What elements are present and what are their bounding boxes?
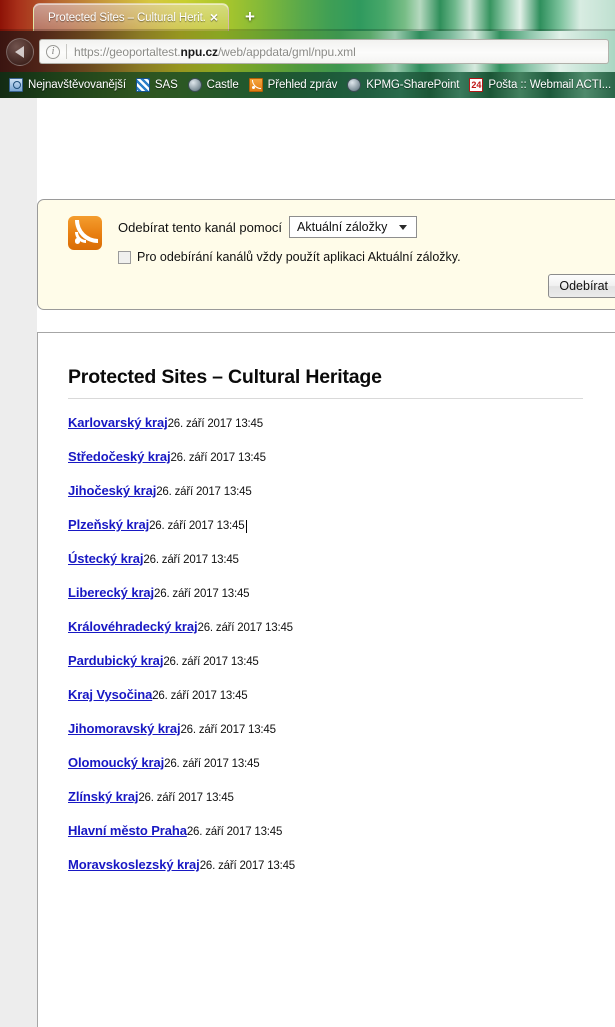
back-button[interactable]	[6, 37, 34, 66]
feed-item-link[interactable]: Hlavní město Praha	[68, 823, 187, 838]
feed-item-link[interactable]: Olomoucký kraj	[68, 755, 164, 770]
bookmark-sas[interactable]: SAS	[131, 75, 183, 95]
feed-item-link[interactable]: Jihočeský kraj	[68, 483, 156, 498]
address-bar[interactable]: i https://geoportaltest.npu.cz/web/appda…	[39, 39, 609, 64]
page-viewport: Odebírat tento kanál pomocí Aktuální zál…	[0, 98, 615, 1027]
feed-content-panel: Protected Sites – Cultural Heritage Karl…	[37, 332, 615, 1027]
subscribe-label: Odebírat tento kanál pomocí	[118, 219, 283, 235]
bookmark-label: Přehled zpráv	[267, 79, 338, 91]
rss-feed-icon	[68, 216, 102, 250]
list-item: Kraj Vysočina26. září 2017 13:45	[68, 686, 615, 704]
list-item: Olomoucký kraj26. září 2017 13:45	[68, 754, 615, 772]
browser-tab[interactable]: Protected Sites – Cultural Herit... ×	[33, 3, 229, 31]
feed-item-list: Karlovarský kraj26. září 2017 13:45 Střed…	[68, 414, 615, 874]
list-item: Plzeňský kraj26. září 2017 13:45	[68, 516, 615, 534]
feed-item-link[interactable]: Pardubický kraj	[68, 653, 163, 668]
bookmark-posta-webmail[interactable]: 24 Pošta :: Webmail ACTI...	[464, 75, 615, 95]
feed-item-date: 26. září 2017 13:45	[199, 860, 296, 872]
site-info-icon[interactable]: i	[46, 44, 60, 59]
feed-item-link[interactable]: Liberecký kraj	[68, 585, 154, 600]
feed-item-date: 26. září 2017 13:45	[143, 554, 239, 566]
list-item: Liberecký kraj26. září 2017 13:45	[68, 584, 615, 602]
back-arrow-icon	[14, 45, 24, 58]
always-use-checkbox[interactable]	[118, 250, 131, 264]
page-title: Protected Sites – Cultural Heritage	[68, 366, 382, 388]
url-suffix: /web/appdata/gml/npu.xml	[217, 44, 356, 59]
feed-subscribe-panel: Odebírat tento kanál pomocí Aktuální zál…	[37, 199, 615, 310]
feed-reader-select[interactable]: Aktuální záložky	[289, 216, 418, 238]
feed-item-date-with-caret: 26. září 2017 13:45	[149, 520, 248, 533]
bookmark-nejnavstevovanejsi[interactable]: Nejnavštěvovanější	[4, 75, 131, 95]
list-item: Jihočeský kraj26. září 2017 13:45	[68, 482, 615, 500]
bookmark-label: Castle	[206, 79, 239, 91]
feed-item-date: 26. září 2017 13:45	[152, 690, 248, 702]
feed-item-date: 26. září 2017 13:45	[164, 758, 260, 770]
url-domain: npu.cz	[180, 44, 219, 59]
feed-reader-selected-value: Aktuální záložky	[297, 220, 388, 234]
feed-item-date: 26. září 2017 13:45	[163, 656, 259, 668]
subscribe-button[interactable]: Odebírat	[548, 274, 615, 298]
feed-item-date: 26. září 2017 13:45	[197, 622, 294, 634]
title-divider	[68, 398, 583, 399]
new-tab-icon[interactable]: +	[240, 8, 260, 28]
feed-item-link[interactable]: Středočeský kraj	[68, 449, 171, 464]
address-bar-divider	[66, 44, 67, 59]
list-item: Hlavní město Praha26. září 2017 13:45	[68, 822, 615, 840]
list-item: Karlovarský kraj26. září 2017 13:45	[68, 414, 615, 432]
feed-item-date: 26. září 2017 13:45	[170, 452, 266, 464]
feed-item-link[interactable]: Plzeňský kraj	[68, 517, 149, 532]
feed-item-link[interactable]: Moravskoslezský kraj	[68, 857, 200, 872]
bookmark-prehled-zprav[interactable]: Přehled zpráv	[244, 75, 343, 95]
tab-strip: Protected Sites – Cultural Herit... × +	[0, 0, 615, 31]
globe-icon	[347, 78, 362, 92]
list-item: Středočeský kraj26. září 2017 13:45	[68, 448, 615, 466]
list-item: Moravskoslezský kraj26. září 2017 13:45	[68, 856, 615, 874]
bookmark-label: Pošta :: Webmail ACTI...	[488, 79, 612, 91]
rss-icon	[248, 78, 263, 92]
sas-icon	[135, 78, 150, 92]
url-prefix: https://geoportaltest.	[74, 44, 181, 59]
browser-chrome: Protected Sites – Cultural Herit... × + …	[0, 0, 615, 98]
twentyfour-icon: 24	[469, 78, 484, 92]
list-item: Královéhradecký kraj26. září 2017 13:45	[68, 618, 615, 636]
bookmarks-bar: Nejnavštěvovanější SAS Castle Přehled zp…	[0, 72, 615, 98]
feed-item-link[interactable]: Karlovarský kraj	[68, 415, 168, 430]
feed-item-date: 26. září 2017 13:45	[167, 418, 264, 430]
feed-item-link[interactable]: Jihomoravský kraj	[68, 721, 181, 736]
rss-inner-arc-icon	[75, 232, 86, 243]
url-text: https://geoportaltest.npu.cz/web/appdata…	[74, 45, 356, 59]
always-use-label: Pro odebírání kanálů vždy použít aplikac…	[137, 250, 461, 264]
bookmark-label: SAS	[154, 79, 178, 91]
feed-item-link[interactable]: Ústecký kraj	[68, 551, 144, 566]
chevron-down-icon	[399, 224, 408, 230]
bookmark-label: KPMG-SharePoint	[366, 79, 460, 91]
bookmark-kpmg-sharepoint[interactable]: KPMG-SharePoint	[342, 75, 464, 95]
feed-item-date: 26. září 2017 13:45	[138, 792, 234, 804]
list-item: Pardubický kraj26. září 2017 13:45	[68, 652, 615, 670]
list-item: Ústecký kraj26. září 2017 13:45	[68, 550, 615, 568]
close-icon[interactable]: ×	[206, 9, 222, 26]
list-item: Jihomoravský kraj26. září 2017 13:45	[68, 720, 615, 738]
feed-item-date: 26. září 2017 13:45	[156, 486, 252, 498]
list-item: Zlínský kraj26. září 2017 13:45	[68, 788, 615, 806]
navigation-toolbar: i https://geoportaltest.npu.cz/web/appda…	[0, 31, 615, 72]
globe-icon	[187, 78, 202, 92]
tab-title: Protected Sites – Cultural Herit...	[48, 11, 206, 24]
bookmark-label: Nejnavštěvovanější	[28, 79, 126, 91]
bookmark-castle[interactable]: Castle	[183, 75, 244, 95]
feed-item-date: 26. září 2017 13:45	[180, 724, 276, 736]
feed-item-link[interactable]: Zlínský kraj	[68, 789, 138, 804]
feed-item-date: 26. září 2017 13:45	[186, 826, 283, 838]
feed-item-link[interactable]: Kraj Vysočina	[68, 687, 152, 702]
feed-item-link[interactable]: Královéhradecký kraj	[68, 619, 198, 634]
bookmarks-icon	[9, 78, 23, 92]
feed-item-date: 26. září 2017 13:45	[154, 588, 250, 600]
